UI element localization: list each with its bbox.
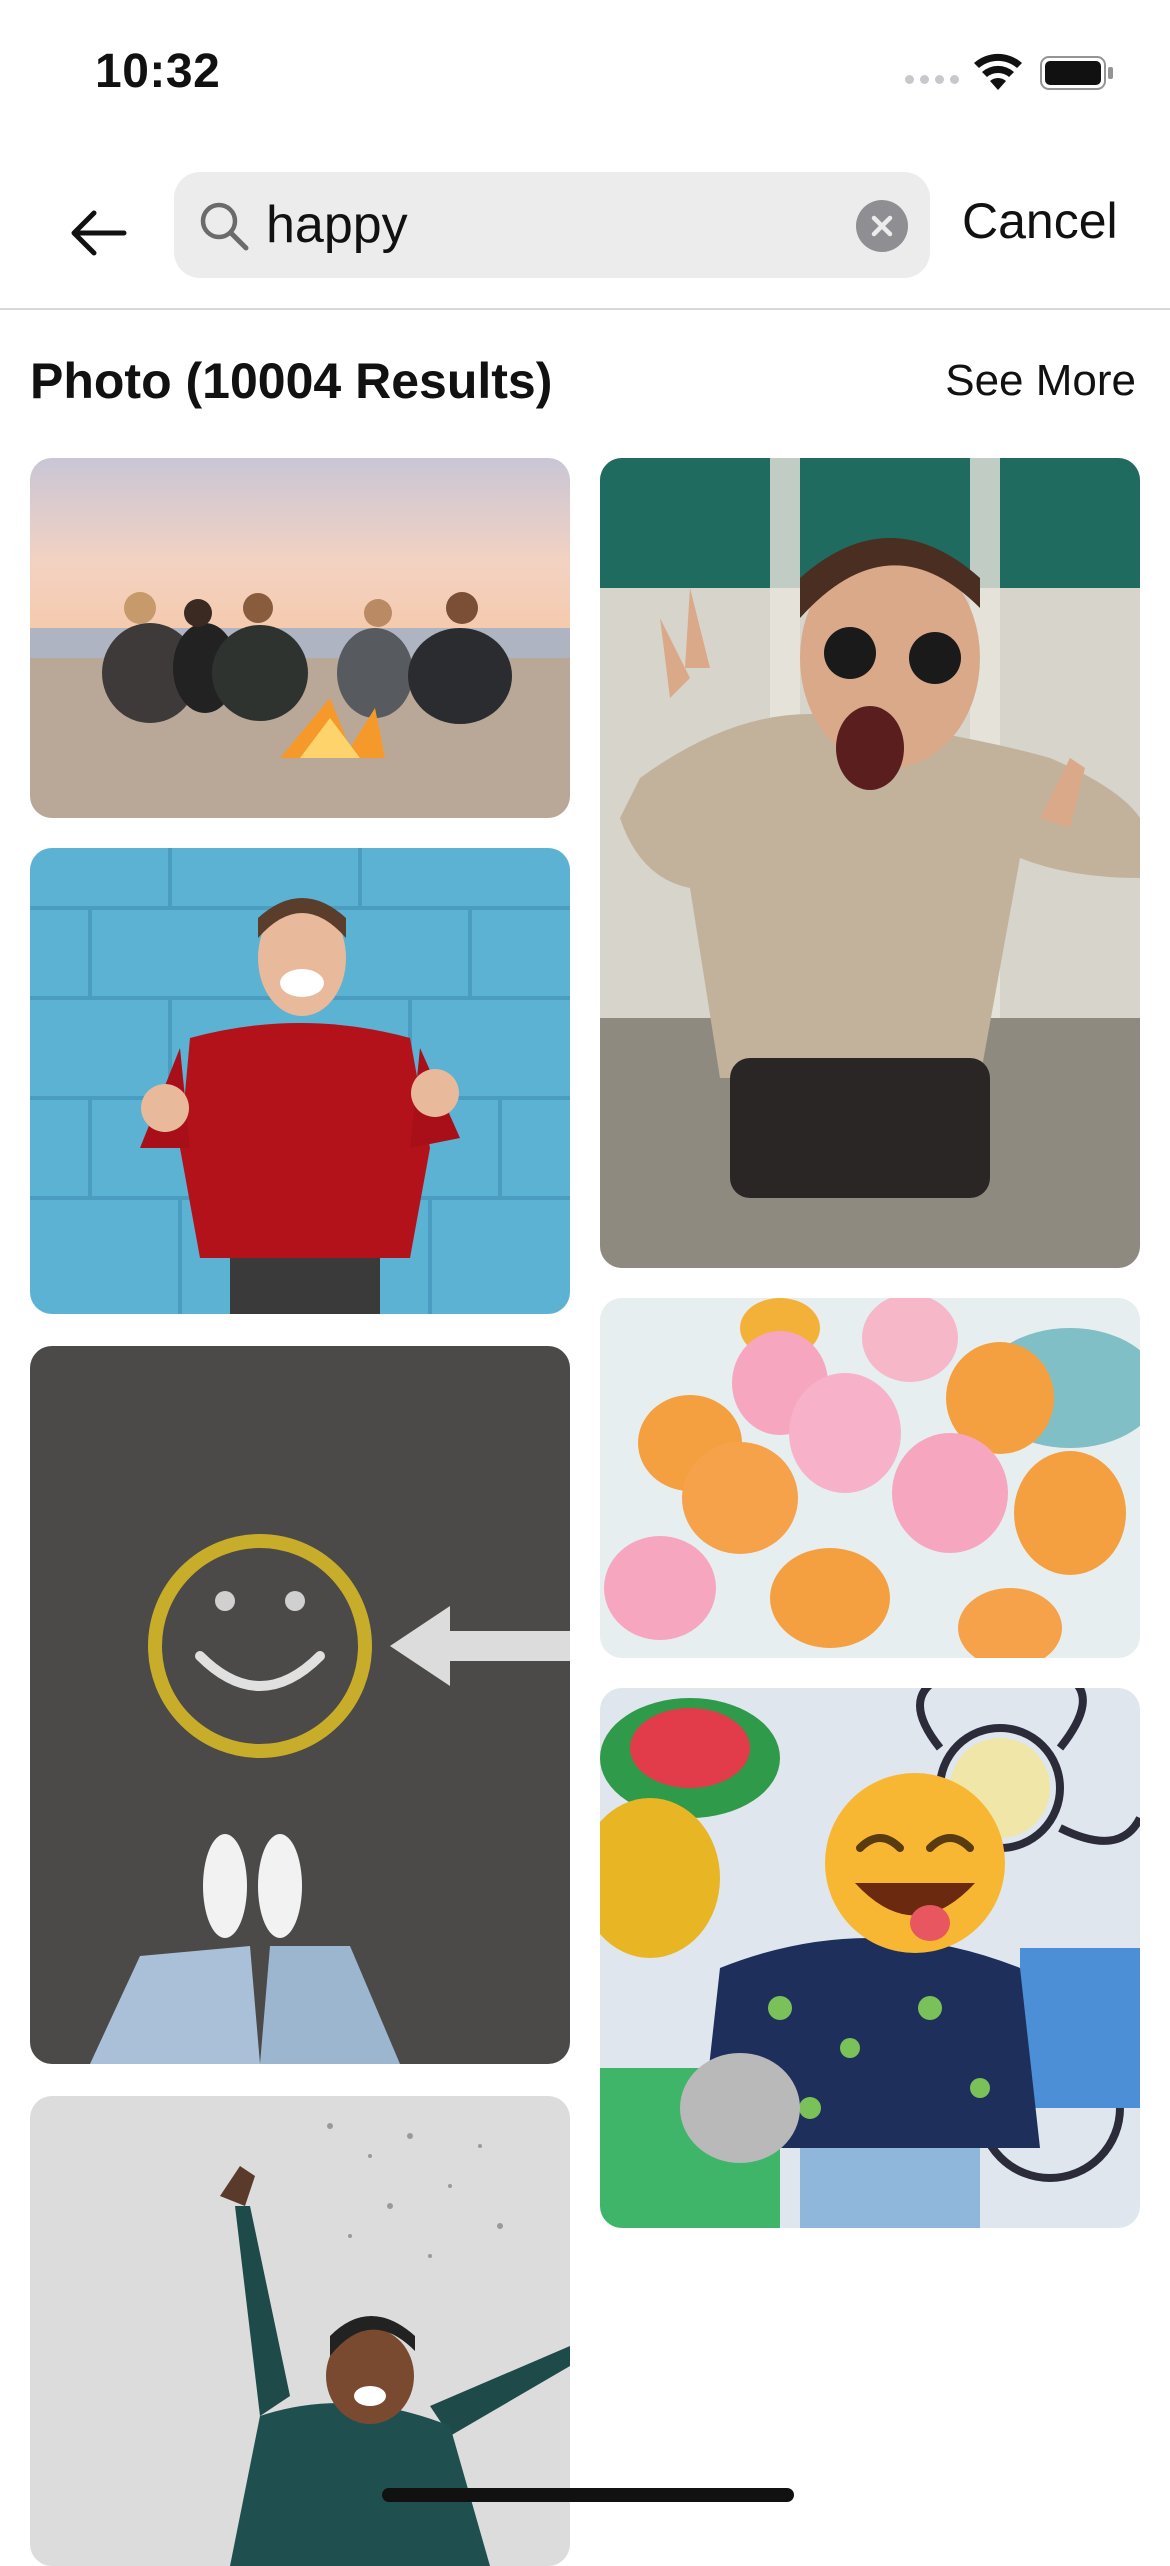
- back-arrow-icon: [71, 210, 127, 256]
- photo-emoji-graffiti[interactable]: [600, 1688, 1140, 2228]
- clear-search-button[interactable]: [856, 200, 908, 252]
- status-time: 10:32: [95, 45, 221, 98]
- photo-sunglasses-image: [600, 458, 1140, 1268]
- photo-red-sweater-image: [30, 848, 570, 1314]
- cellular-signal-icon: [905, 70, 959, 84]
- status-bar: 10:32: [0, 0, 1170, 150]
- home-indicator[interactable]: [382, 2488, 794, 2502]
- photo-man-red-sweater[interactable]: [30, 848, 570, 1314]
- photo-smiley-ground[interactable]: [30, 1346, 570, 2064]
- cancel-button[interactable]: Cancel: [962, 192, 1118, 250]
- back-button[interactable]: [58, 198, 138, 268]
- photo-sunglasses-woman[interactable]: [600, 458, 1140, 1268]
- photo-campfire-image: [30, 458, 570, 818]
- clear-x-icon: [871, 215, 893, 237]
- photo-emoji-graffiti-image: [600, 1688, 1140, 2228]
- photo-balloons-image: [600, 1298, 1140, 1658]
- wifi-icon: [974, 53, 1022, 90]
- search-box[interactable]: [174, 172, 930, 278]
- see-more-link[interactable]: See More: [945, 356, 1136, 406]
- search-icon: [200, 202, 249, 251]
- search-input[interactable]: [266, 190, 826, 260]
- photo-campfire-beach[interactable]: [30, 458, 570, 818]
- photo-balloons[interactable]: [600, 1298, 1140, 1658]
- battery-icon: [1040, 56, 1113, 90]
- section-title: Photo (10004 Results): [30, 353, 553, 409]
- search-header: Cancel: [0, 150, 1170, 310]
- photo-smiley-image: [30, 1346, 570, 2064]
